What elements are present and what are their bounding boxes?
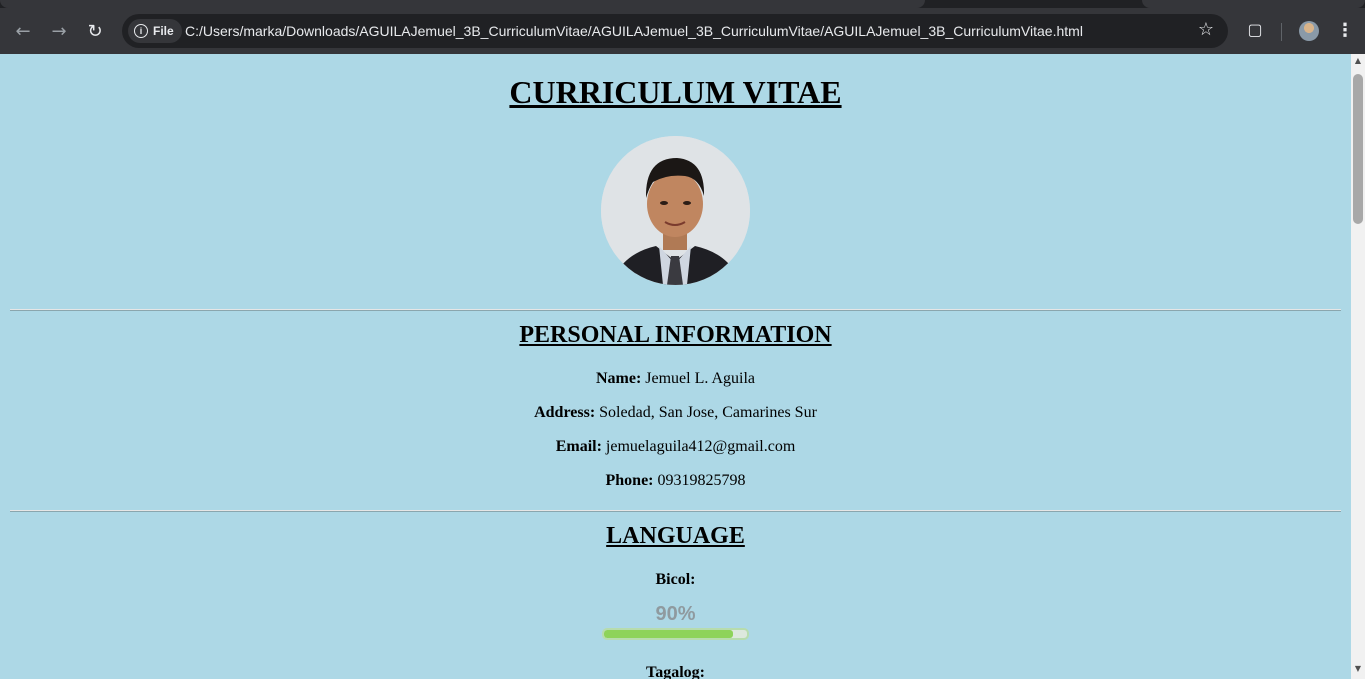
scrollbar-thumb[interactable] bbox=[1353, 74, 1363, 224]
phone-line: Phone: 09319825798 bbox=[0, 472, 1351, 490]
url-text[interactable]: C:/Users/marka/Downloads/AGUILAJemuel_3B… bbox=[185, 14, 1083, 48]
profile-avatar-icon[interactable] bbox=[1299, 21, 1319, 41]
email-label: Email: bbox=[555, 438, 602, 455]
browser-toolbar: ← → ↻ i File C:/Users/marka/Downloads/AG… bbox=[0, 8, 1365, 54]
kebab-menu-icon[interactable]: ⋮ bbox=[1336, 20, 1354, 41]
name-line: Name: Jemuel L. Aguila bbox=[0, 370, 1351, 388]
vertical-scrollbar[interactable]: ▲ ▼ bbox=[1351, 54, 1365, 679]
email-line: Email: jemuelaguila412@gmail.com bbox=[0, 438, 1351, 456]
page-viewport: CURRICULUM VITAE PERSONAL INFORMATION Na… bbox=[0, 54, 1351, 679]
address-line: Address: Soledad, San Jose, Camarines Su… bbox=[0, 404, 1351, 422]
language-heading: LANGUAGE bbox=[606, 523, 745, 549]
reload-icon[interactable]: ↻ bbox=[82, 18, 108, 44]
email-value: jemuelaguila412@gmail.com bbox=[601, 438, 796, 455]
language-progress-bicol bbox=[602, 628, 749, 640]
scroll-up-arrow-icon[interactable]: ▲ bbox=[1353, 56, 1363, 66]
tab-strip bbox=[0, 0, 1365, 8]
language-name-tagalog: Tagalog: bbox=[646, 664, 705, 679]
toolbar-separator bbox=[1281, 23, 1282, 41]
extensions-puzzle-icon[interactable]: ▢ bbox=[1244, 20, 1266, 42]
progress-fill bbox=[604, 630, 733, 638]
site-info-chip[interactable]: i File bbox=[128, 19, 182, 43]
profile-photo bbox=[601, 136, 750, 285]
browser-tab-2[interactable] bbox=[1142, 0, 1365, 8]
personal-info-heading: PERSONAL INFORMATION bbox=[519, 322, 832, 348]
page-title: CURRICULUM VITAE bbox=[509, 74, 842, 110]
phone-label: Phone: bbox=[605, 472, 654, 489]
back-arrow-icon[interactable]: ← bbox=[10, 18, 36, 44]
section-divider bbox=[10, 309, 1341, 311]
name-value: Jemuel L. Aguila bbox=[641, 370, 756, 387]
address-value: Soledad, San Jose, Camarines Sur bbox=[595, 404, 817, 421]
forward-arrow-icon[interactable]: → bbox=[46, 18, 72, 44]
info-icon: i bbox=[134, 24, 148, 38]
address-label: Address: bbox=[534, 404, 596, 421]
language-percent-bicol: 90% bbox=[655, 603, 696, 625]
file-chip-label: File bbox=[153, 24, 174, 38]
phone-value: 09319825798 bbox=[653, 472, 746, 489]
language-name-bicol: Bicol: bbox=[655, 571, 696, 588]
section-divider bbox=[10, 510, 1341, 512]
browser-tab[interactable] bbox=[0, 0, 925, 8]
address-bar[interactable]: i File C:/Users/marka/Downloads/AGUILAJe… bbox=[122, 14, 1228, 48]
name-label: Name: bbox=[595, 370, 642, 387]
bookmark-star-icon[interactable]: ☆ bbox=[1198, 19, 1214, 40]
scroll-down-arrow-icon[interactable]: ▼ bbox=[1353, 664, 1363, 674]
